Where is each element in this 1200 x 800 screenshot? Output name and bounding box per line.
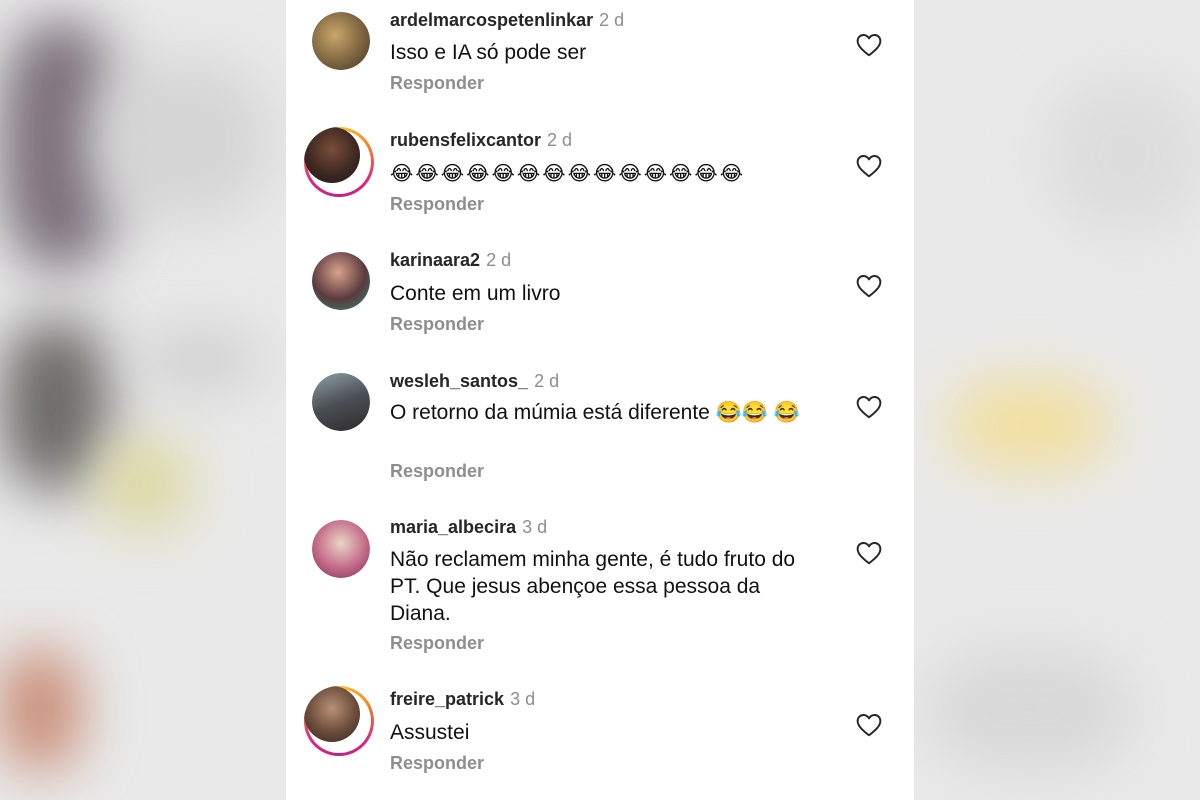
comment-text: 😂😂😂😂😂😂😂😂😂😂😂😂😂😂: [390, 161, 746, 185]
timestamp: 3 d: [510, 689, 536, 709]
comment-item: ardelmarcospetenlinkar 2 d Isso e IA só p…: [286, 10, 914, 110]
avatar-photo: [312, 12, 370, 70]
comment-meta: karinaara2 2 d: [390, 250, 511, 271]
avatar-photo: [304, 127, 360, 183]
timestamp: 2 d: [534, 371, 560, 391]
comment-text: Não reclamem minha gente, é tudo fruto d…: [390, 548, 796, 625]
heart-icon[interactable]: [856, 713, 882, 737]
heart-icon[interactable]: [856, 154, 882, 178]
reply-button[interactable]: Responder: [390, 753, 484, 774]
avatar-photo: [312, 373, 370, 431]
heart-icon[interactable]: [856, 541, 882, 565]
reply-button[interactable]: Responder: [390, 73, 484, 94]
comment-meta: ardelmarcospetenlinkar 2 d: [390, 10, 624, 31]
comment-item: maria_albecira 3 d Não reclamem minha gen…: [286, 517, 914, 657]
avatar[interactable]: [304, 686, 374, 756]
heart-icon[interactable]: [856, 395, 882, 419]
avatar[interactable]: [312, 252, 370, 310]
comment-item: rubensfelixcantor 2 d 😂😂😂😂😂😂😂😂😂😂😂😂😂😂 Resp…: [286, 127, 914, 230]
timestamp: 3 d: [522, 517, 548, 537]
avatar[interactable]: [312, 12, 370, 70]
comment-item: wesleh_santos_ 2 d O retorno da múmia est…: [286, 371, 914, 491]
username[interactable]: karinaara2: [390, 250, 480, 270]
comment-meta: wesleh_santos_ 2 d: [390, 371, 559, 392]
avatar-photo: [312, 252, 370, 310]
timestamp: 2 d: [599, 10, 625, 30]
username[interactable]: freire_patrick: [390, 689, 504, 709]
avatar[interactable]: [312, 520, 370, 578]
comment-meta: maria_albecira 3 d: [390, 517, 547, 538]
timestamp: 2 d: [547, 130, 573, 150]
comments-panel: ardelmarcospetenlinkar 2 d Isso e IA só p…: [286, 0, 914, 800]
comment-text: O retorno da múmia está diferente 😂😂 😂: [390, 401, 800, 424]
comment-meta: freire_patrick 3 d: [390, 689, 535, 710]
username[interactable]: maria_albecira: [390, 517, 516, 537]
avatar[interactable]: [304, 127, 374, 197]
timestamp: 2 d: [486, 250, 512, 270]
comment-text: Assustei: [390, 721, 470, 744]
heart-icon[interactable]: [856, 274, 882, 298]
reply-button[interactable]: Responder: [390, 194, 484, 215]
username[interactable]: wesleh_santos_: [390, 371, 528, 391]
avatar[interactable]: [312, 373, 370, 431]
avatar-photo: [312, 520, 370, 578]
avatar-photo: [304, 686, 360, 742]
reply-button[interactable]: Responder: [390, 633, 484, 654]
heart-icon[interactable]: [856, 33, 882, 57]
reply-button[interactable]: Responder: [390, 461, 484, 482]
comment-text: Isso e IA só pode ser: [390, 41, 587, 64]
comment-text: Conte em um livro: [390, 282, 561, 305]
comment-meta: rubensfelixcantor 2 d: [390, 130, 572, 151]
comment-item: freire_patrick 3 d Assustei Responder: [286, 686, 914, 789]
username[interactable]: ardelmarcospetenlinkar: [390, 10, 593, 30]
comment-item: karinaara2 2 d Conte em um livro Responde…: [286, 250, 914, 350]
reply-button[interactable]: Responder: [390, 314, 484, 335]
username[interactable]: rubensfelixcantor: [390, 130, 541, 150]
